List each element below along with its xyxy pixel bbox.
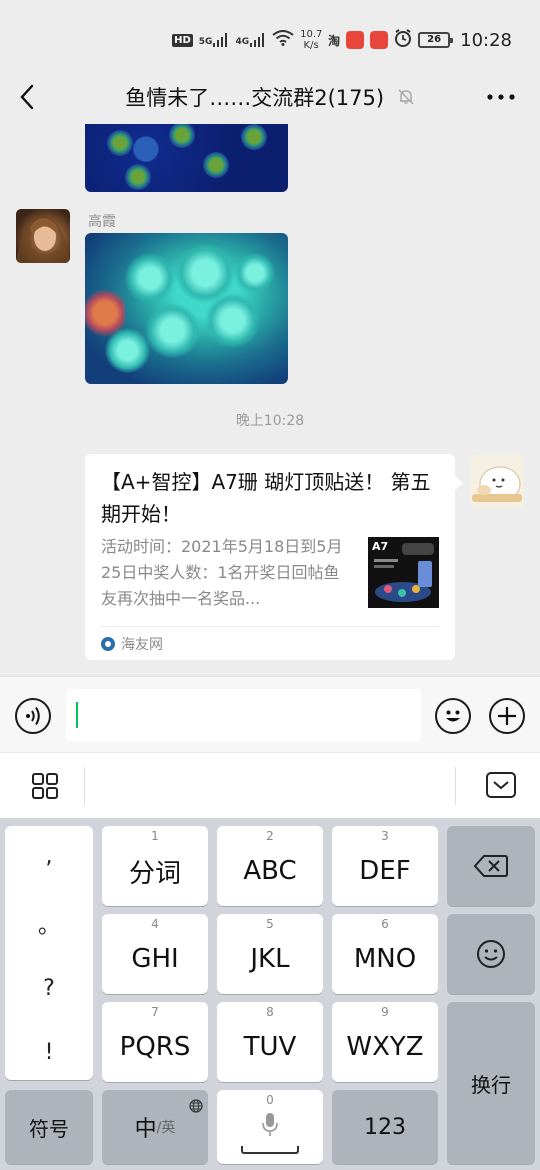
status-time: 10:28	[460, 29, 512, 51]
chevron-down-icon	[486, 772, 516, 798]
punctuation-column[interactable]: , 。 ? !	[5, 826, 93, 1080]
voice-input-button[interactable]	[15, 698, 51, 734]
more-functions-button[interactable]	[489, 698, 525, 734]
backspace-icon	[473, 855, 508, 877]
punct-comma[interactable]: ,	[5, 844, 93, 869]
image-message[interactable]	[85, 124, 288, 192]
hd-badge: HD	[172, 33, 193, 47]
emoji-key[interactable]	[447, 914, 535, 994]
globe-icon	[189, 1094, 203, 1119]
voice-icon	[26, 706, 40, 726]
key-2[interactable]: 2 ABC	[217, 826, 323, 906]
app-notification-icon-2	[370, 31, 389, 49]
link-card-message[interactable]: 【A+智控】A7珊 瑚灯顶贴送！ 第五期开始！ 活动时间：2021年5月18日到…	[85, 454, 463, 660]
chat-header: 鱼情未了……交流群2(175)	[0, 70, 540, 124]
taobao-app-icon: 淘	[328, 33, 341, 48]
punct-exclamation[interactable]: !	[5, 1040, 93, 1065]
text-cursor	[76, 702, 78, 728]
lang-main-label: 中	[134, 1117, 157, 1142]
punct-period[interactable]: 。	[5, 908, 93, 940]
toolbar-divider	[84, 767, 85, 805]
key-5[interactable]: 5 JKL	[217, 914, 323, 994]
wifi-icon	[272, 30, 294, 50]
space-bar-indicator	[241, 1146, 299, 1154]
source-name: 海友网	[121, 637, 163, 653]
smiley-icon	[477, 940, 505, 968]
backspace-key[interactable]	[447, 826, 535, 906]
plus-icon	[498, 707, 516, 725]
emoji-button[interactable]	[435, 698, 471, 734]
page-title: 鱼情未了……交流群2(175)	[0, 82, 540, 112]
punct-question[interactable]: ?	[5, 976, 93, 1001]
my-avatar[interactable]	[470, 454, 524, 508]
microphone-icon	[260, 1112, 280, 1145]
chat-title-text: 鱼情未了……交流群2(175)	[125, 86, 385, 110]
mute-bell-icon	[397, 87, 415, 111]
network-speed: 10.7 K/s	[300, 29, 323, 51]
key-3[interactable]: 3 DEF	[332, 826, 438, 906]
message-list[interactable]: 高霞 晚上10:28 【A+智控】A7珊 瑚灯顶贴送！ 第五期开始！ 活动时间：…	[0, 124, 540, 676]
link-card-source: 海友网	[101, 634, 163, 654]
key-6[interactable]: 6 MNO	[332, 914, 438, 994]
lang-sub-label: /英	[156, 1120, 176, 1136]
hide-keyboard-button[interactable]	[485, 771, 517, 799]
toolbar-divider	[455, 767, 456, 805]
enter-key[interactable]: 换行	[447, 1002, 535, 1164]
symbols-key[interactable]: 符号	[5, 1090, 93, 1164]
status-bar: HD 5G 4G 10.7 K/s 淘 26 10:28	[0, 0, 540, 70]
image-message-coral[interactable]	[85, 233, 288, 384]
keyboard-toolbar	[0, 752, 540, 818]
sender-avatar[interactable]	[16, 209, 70, 263]
link-card-description: 活动时间：2021年5月18日到5月25日中奖人数：1名开奖日回帖鱼友再次抽中一…	[101, 537, 343, 608]
source-logo-icon	[101, 637, 115, 651]
message-timestamp: 晚上10:28	[235, 413, 305, 429]
nine-key-keyboard: , 。 ? ! 1 分词 2 ABC 3 DEF 4 GHI 5 JKL 6 M…	[0, 818, 540, 1170]
more-dots-icon	[487, 94, 515, 100]
link-card-thumbnail: A7	[368, 537, 439, 608]
message-text-input[interactable]	[66, 689, 421, 741]
alarm-icon	[394, 29, 412, 51]
signal-5g-icon: 5G	[199, 33, 230, 47]
key-4[interactable]: 4 GHI	[102, 914, 208, 994]
link-card-title: 【A+智控】A7珊 瑚灯顶贴送！ 第五期开始！	[101, 470, 431, 526]
key-9[interactable]: 9 WXYZ	[332, 1002, 438, 1082]
numbers-key[interactable]: 123	[332, 1090, 438, 1164]
more-options-button[interactable]	[484, 84, 518, 110]
keyboard-menu-button[interactable]	[30, 771, 60, 801]
space-key[interactable]: 0	[217, 1090, 323, 1164]
key-7[interactable]: 7 PQRS	[102, 1002, 208, 1082]
message-input-bar	[0, 676, 540, 752]
card-divider	[101, 626, 439, 627]
key-1[interactable]: 1 分词	[102, 826, 208, 906]
grid-icon	[32, 773, 58, 799]
smiley-icon	[446, 710, 460, 722]
key-8[interactable]: 8 TUV	[217, 1002, 323, 1082]
app-notification-icon	[346, 31, 365, 49]
language-switch-key[interactable]: 中/英	[102, 1090, 208, 1164]
battery-icon: 26	[418, 32, 454, 48]
sender-name: 高霞	[88, 214, 116, 230]
signal-4g-icon: 4G	[235, 33, 266, 47]
